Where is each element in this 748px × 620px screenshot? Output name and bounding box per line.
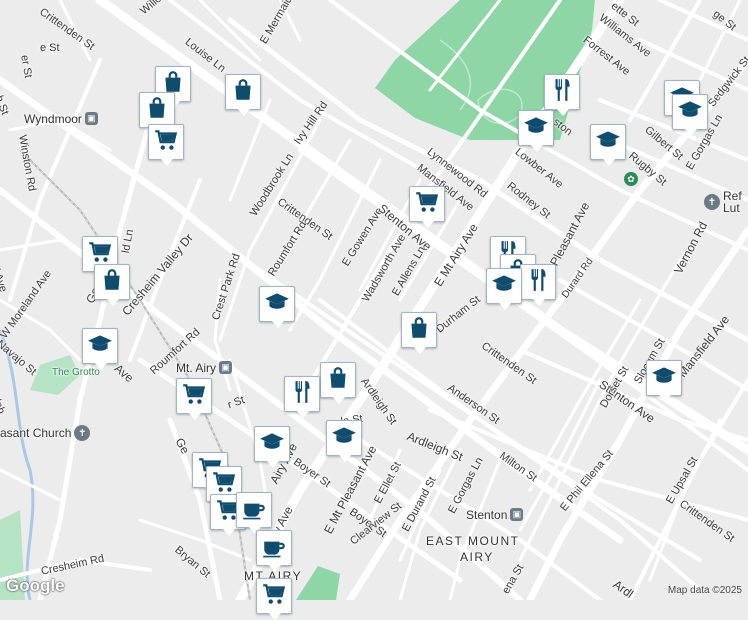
church-icon: ✝ [74,425,91,441]
street-label: e St [40,42,60,54]
school-marker[interactable] [590,124,626,166]
grocery-marker[interactable] [148,124,184,166]
shopping-marker[interactable] [94,264,130,306]
school-marker[interactable] [254,426,290,468]
cafe-marker[interactable] [236,492,272,534]
shopping-cart-icon [153,127,179,158]
park-poi: ✿ [624,172,638,186]
grocery-marker[interactable] [409,186,445,228]
shopping-marker[interactable] [225,74,261,116]
shopping-bag-icon [230,77,256,108]
park-icon: ✿ [624,172,638,186]
shopping-cart-icon [414,189,440,220]
grocery-marker[interactable] [256,578,292,620]
graduation-cap-icon [595,127,621,158]
coffee-cup-icon [241,495,267,526]
place-ref-lut: ✝ Ref Lut [704,190,742,214]
school-marker[interactable] [259,286,295,328]
shopping-bag-icon [325,365,351,396]
coffee-cup-icon [261,533,287,564]
school-marker[interactable] [486,268,522,310]
fork-knife-icon [549,77,575,108]
shopping-marker[interactable] [401,312,437,354]
school-marker[interactable] [672,94,708,136]
school-marker[interactable] [518,110,554,152]
school-marker[interactable] [82,328,118,370]
shopping-bag-icon [99,267,125,298]
map-attribution: Map data ©2025 [667,585,742,596]
restaurant-marker[interactable] [284,376,320,418]
graduation-cap-icon [523,113,549,144]
graduation-cap-icon [259,429,285,460]
church-icon: ✝ [704,194,720,210]
place-mt-airy: Mt. Airy ▣ [176,361,233,374]
graduation-cap-icon [651,363,677,394]
train-station-icon: ▣ [219,361,233,374]
place-wyndmoor: Wyndmoor ▣ [24,112,98,125]
school-marker[interactable] [646,360,682,402]
park-the-grotto: The Grotto [52,367,100,378]
restaurant-marker[interactable] [544,74,580,116]
graduation-cap-icon [87,331,113,362]
neighborhood-east-mount-airy: EAST MOUNT [426,534,520,548]
graduation-cap-icon [264,289,290,320]
google-logo[interactable]: Google [6,576,65,596]
grocery-marker[interactable] [176,378,212,420]
neighborhood-east-mount-airy-line2: AIRY [460,550,494,564]
school-marker[interactable] [326,420,362,462]
train-station-icon: ▣ [510,508,524,521]
cafe-marker[interactable] [256,530,292,572]
graduation-cap-icon [677,97,703,128]
graduation-cap-icon [331,423,357,454]
graduation-cap-icon [491,271,517,302]
fork-knife-icon [525,267,551,298]
shopping-marker[interactable] [320,362,356,404]
restaurant-marker[interactable] [520,264,556,306]
shopping-cart-icon [261,581,287,612]
map-canvas[interactable]: Wyndmoor ▣ Mt. Airy ▣ Stenton ▣ EAST MOUNT … [0,0,748,620]
place-pleasant-church: asant Church ✝ [0,425,91,441]
shopping-marker[interactable] [139,92,175,134]
shopping-bag-icon [144,95,170,126]
train-station-icon: ▣ [84,112,98,125]
shopping-bag-icon [406,315,432,346]
shopping-cart-icon [181,381,207,412]
fork-knife-icon [289,379,315,410]
place-stenton: Stenton ▣ [466,508,524,521]
